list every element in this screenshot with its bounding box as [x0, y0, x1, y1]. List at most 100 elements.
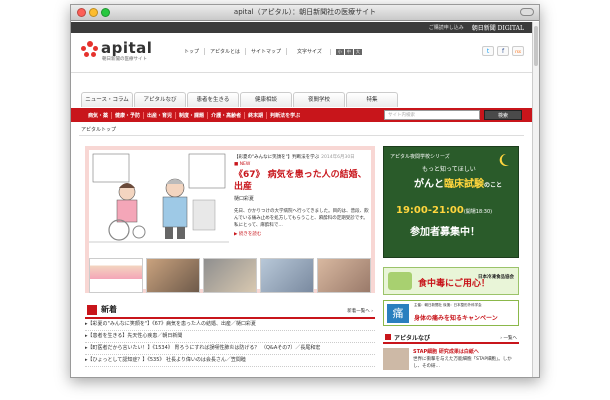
moon-icon [499, 153, 509, 166]
breadcrumb[interactable]: アピタルトップ [81, 126, 116, 133]
comic-illustration[interactable] [89, 150, 229, 246]
thumbnail-image[interactable] [203, 258, 257, 293]
font-medium-button[interactable]: 中 [344, 49, 353, 55]
header-nav: トップ アピタルとは サイトマップ 文字サイズ 小中大 [179, 48, 372, 55]
side-header: アピタルなび › 一覧へ [383, 332, 519, 344]
banner-time-value: 19:00-21:00 [396, 205, 464, 216]
news-section: 新着 新着一覧へ › ▸【彩夏の"みんなに笑顔を"】《67》病気を患った人の結婚… [85, 303, 375, 367]
side-more-label: 一覧へ [503, 336, 518, 341]
category-system[interactable]: 制度・課題 [175, 111, 207, 119]
news-more-link[interactable]: 新着一覧へ › [347, 308, 373, 314]
new-badge-label: NEW [239, 162, 251, 167]
thumbnail-image[interactable] [317, 258, 371, 293]
subscribe-link[interactable]: ご購読申し込み [429, 24, 464, 31]
banner-line2-c: のこと [484, 182, 503, 189]
food-poisoning-banner[interactable]: 食中毒にご用心！ 日本冷凍食品協会 [383, 267, 519, 295]
feature-title[interactable]: 《67》 病気を患った人の結婚、出産 [234, 169, 372, 193]
banner-line1: もっと知ってほしい [422, 166, 476, 173]
vertical-scrollbar[interactable] [532, 22, 539, 377]
news-item[interactable]: ▸【ひょっとして認知症？】《535》 社長より偉いのは会長さん／笠間睦 [85, 355, 375, 367]
side-thumbnail [383, 348, 409, 370]
rss-icon[interactable]: rss [512, 46, 524, 56]
featured-article[interactable]: 【彩夏の"みんなに笑顔を"】判断法を学ぶ 2014年6月30日 ■ NEW 《67… [85, 146, 375, 293]
banner-line2-a: がんと [414, 179, 444, 190]
banner-time-note: (開場18:30) [463, 209, 493, 215]
night-school-banner[interactable]: アピタル夜間学校シリーズ もっと知ってほしい がんと臨床試験のこと 19:00-… [383, 146, 519, 258]
nav-top-link[interactable]: トップ [179, 48, 204, 55]
side-item[interactable]: STAP細胞 研究成果は白紙へ 世界に衝撃を与えた万能細胞「STAP細胞」。しか… [383, 348, 519, 374]
side-title: アピタルなび [394, 335, 431, 342]
font-size-control: 文字サイズ 小中大 [286, 48, 372, 55]
news-item-text: 先天性心疾患／朝日新聞 [127, 333, 183, 339]
banner-recruit: 参加者募集中！ [410, 227, 480, 238]
banner-series: アピタル夜間学校シリーズ [390, 154, 450, 160]
category-birth[interactable]: 出産・育児 [143, 111, 175, 119]
side-item-title: STAP細胞 研究成果は白紙へ [413, 349, 479, 355]
browser-window: apital（アピタル）：朝日新聞社の医療サイト ご購読申し込み 朝日新聞 DI… [70, 4, 540, 378]
main-tabs: ニュース・コラム アピタルなび 患者を生きる 健康相談 夜間学校 特集 [81, 92, 399, 107]
pain-campaign-banner[interactable]: 痛 主催：朝日新聞社 後援：日本整形外科学会 身体の痛みを知るキャンペーン [383, 300, 519, 326]
feature-series[interactable]: 【彩夏の"みんなに笑顔を"】判断法を学ぶ [234, 155, 319, 160]
site-header: apital 朝日新聞の医療サイト トップ アピタルとは サイトマップ 文字サイ… [71, 33, 532, 73]
read-more-label: 続きを読む [238, 232, 262, 237]
search-input[interactable]: サイト内検索 [384, 110, 480, 120]
facebook-icon[interactable]: f [497, 46, 509, 56]
top-utility-bar: ご購読申し込み 朝日新聞 DIGITAL [71, 22, 532, 33]
nav-sitemap-link[interactable]: サイトマップ [245, 48, 286, 55]
tab-patients[interactable]: 患者を生きる [187, 92, 239, 107]
font-size-label: 文字サイズ [297, 49, 322, 55]
tab-night-school[interactable]: 夜間学校 [293, 92, 345, 107]
news-header: 新着 新着一覧へ › [85, 303, 375, 319]
window-title: apital（アピタル）：朝日新聞社の医療サイト [233, 8, 377, 16]
tab-news-column[interactable]: ニュース・コラム [81, 92, 133, 107]
news-item-text: 《535》 社長より偉いのは会長さん／笠間睦 [147, 357, 246, 363]
banner-pain-text: 身体の痛みを知るキャンペーン [414, 315, 498, 322]
news-item[interactable]: ▸【彩夏の"みんなに笑顔を"】《67》病気を患った人の結婚、出産／樋口彩夏 [85, 319, 375, 331]
web-page: ご購読申し込み 朝日新聞 DIGITAL apital 朝日新聞の医療サイト ト… [71, 22, 532, 377]
tab-apital-navi[interactable]: アピタルなび [134, 92, 186, 107]
twitter-icon[interactable]: t [482, 46, 494, 56]
banner-line2: がんと臨床試験のこと [414, 175, 502, 190]
logo-subtitle: 朝日新聞の医療サイト [102, 57, 147, 62]
banner-time: 19:00-21:00(開場18:30) [396, 205, 492, 216]
side-more-link[interactable]: › 一覧へ [500, 335, 517, 341]
thumbnail-image[interactable] [89, 258, 143, 293]
brand-label: 朝日新聞 DIGITAL [472, 23, 524, 32]
pain-icon: 痛 [387, 304, 409, 323]
brand-name: 朝日新聞 [471, 25, 496, 32]
thumbnail-image[interactable] [146, 258, 200, 293]
category-judgment[interactable]: 判断法を学ぶ [266, 111, 303, 119]
news-item-tag: 【彩夏の"みんなに笑顔を"】 [87, 321, 153, 327]
font-large-button[interactable]: 大 [353, 49, 362, 55]
category-health[interactable]: 健康・予防 [111, 111, 143, 119]
category-nav: 病気・薬 健康・予防 出産・育児 制度・課題 介護・高齢者 終末期 判断法を学ぶ… [71, 108, 532, 122]
tab-health-consult[interactable]: 健康相談 [240, 92, 292, 107]
food-icon [388, 272, 412, 290]
feature-header: 【彩夏の"みんなに笑顔を"】判断法を学ぶ 2014年6月30日 [234, 154, 372, 160]
apital-navi-section: アピタルなび › 一覧へ STAP細胞 研究成果は白紙へ 世界に衝撃を与えた万能… [383, 332, 519, 374]
feature-author[interactable]: 樋口彩夏 [234, 195, 372, 202]
tab-special[interactable]: 特集 [346, 92, 398, 107]
side-item-text: 世界に衝撃を与えた万能細胞「STAP細胞」。しかし、その研… [413, 357, 512, 369]
feature-excerpt: 先日、かかりつけの大学病院へ行ってきました。目的は、普段、飲んでいる痛み止めを処… [234, 209, 369, 228]
category-disease[interactable]: 病気・薬 [85, 112, 111, 119]
thumbnail-image[interactable] [260, 258, 314, 293]
social-links: t f rss [482, 46, 524, 56]
news-item[interactable]: ▸【患者を生きる】先天性心疾患／朝日新聞 [85, 331, 375, 343]
news-more-label: 新着一覧へ [347, 309, 370, 314]
news-item-tag: 【町医者だから言いたい！】 [87, 345, 153, 351]
font-small-button[interactable]: 小 [335, 49, 344, 55]
category-terminal[interactable]: 終末期 [244, 111, 266, 119]
divider [79, 135, 524, 136]
toolbar-toggle-button[interactable] [520, 8, 534, 16]
news-icon [87, 305, 97, 315]
category-care[interactable]: 介護・高齢者 [207, 111, 244, 119]
search-button[interactable]: 検索 [484, 110, 522, 120]
feature-thumbnails [89, 258, 371, 293]
read-more-link[interactable]: ▶ 続きを読む [234, 231, 372, 237]
nav-about-link[interactable]: アピタルとは [204, 48, 245, 55]
news-title: 新着 [101, 305, 117, 314]
banner-line2-b: 臨床試験 [444, 179, 484, 190]
scrollbar-thumb[interactable] [534, 26, 538, 66]
news-item[interactable]: ▸【町医者だから言いたい！】《1534》 胃ろうにすれば誤嚥性肺炎は防げる？ （… [85, 343, 375, 355]
